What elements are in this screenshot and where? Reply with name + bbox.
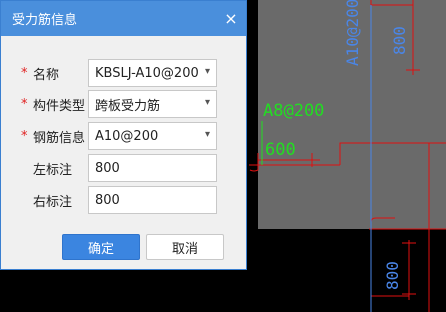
rebar-info-label: 钢筋信息 [33, 130, 86, 146]
red-hook-bottom [370, 217, 395, 223]
rebar-info-select[interactable]: A10@200 [88, 122, 217, 150]
right-mark-input[interactable]: 800 [88, 186, 217, 214]
left-mark-label: 左标注 [33, 162, 73, 178]
right-mark-row: 右标注 800 [1, 186, 248, 214]
right-mark-label: 右标注 [33, 194, 73, 210]
red-outline-top [370, 0, 414, 6]
label-600: 600 [265, 140, 296, 160]
ok-button[interactable]: 确定 [62, 234, 140, 260]
rebar-info-dialog: 受力筋信息 × * 名称 KBSLJ-A10@200 * 构件类型 跨板受力筋 … [0, 0, 247, 270]
name-value: KBSLJ-A10@200 [95, 65, 199, 81]
rebar-info-value: A10@200 [95, 128, 159, 144]
required-marker: * [21, 96, 28, 112]
label-a8-200: A8@200 [263, 101, 324, 121]
left-mark-row: 左标注 800 [1, 154, 248, 182]
label-800-bottom: 800 [383, 261, 402, 290]
close-icon[interactable]: × [216, 1, 246, 36]
name-row: * 名称 KBSLJ-A10@200 [1, 59, 248, 87]
component-type-label: 构件类型 [33, 98, 86, 114]
dialog-title: 受力筋信息 [12, 13, 78, 28]
name-label: 名称 [33, 67, 60, 83]
component-type-value: 跨板受力筋 [95, 98, 161, 114]
name-select[interactable]: KBSLJ-A10@200 [88, 59, 217, 87]
left-mark-input[interactable]: 800 [88, 154, 217, 182]
component-type-select[interactable]: 跨板受力筋 [88, 90, 217, 118]
required-marker: * [21, 128, 28, 144]
required-marker: * [21, 65, 28, 81]
left-mark-value: 800 [95, 160, 120, 176]
component-type-row: * 构件类型 跨板受力筋 [1, 90, 248, 118]
red-bracket-right [339, 142, 446, 165]
label-a10-200: A10@200 [343, 0, 362, 66]
dialog-titlebar[interactable]: 受力筋信息 × [1, 1, 246, 36]
right-mark-value: 800 [95, 192, 120, 208]
label-800-top: 800 [390, 26, 409, 55]
cancel-button[interactable]: 取消 [146, 234, 224, 260]
rebar-info-row: * 钢筋信息 A10@200 [1, 122, 248, 150]
